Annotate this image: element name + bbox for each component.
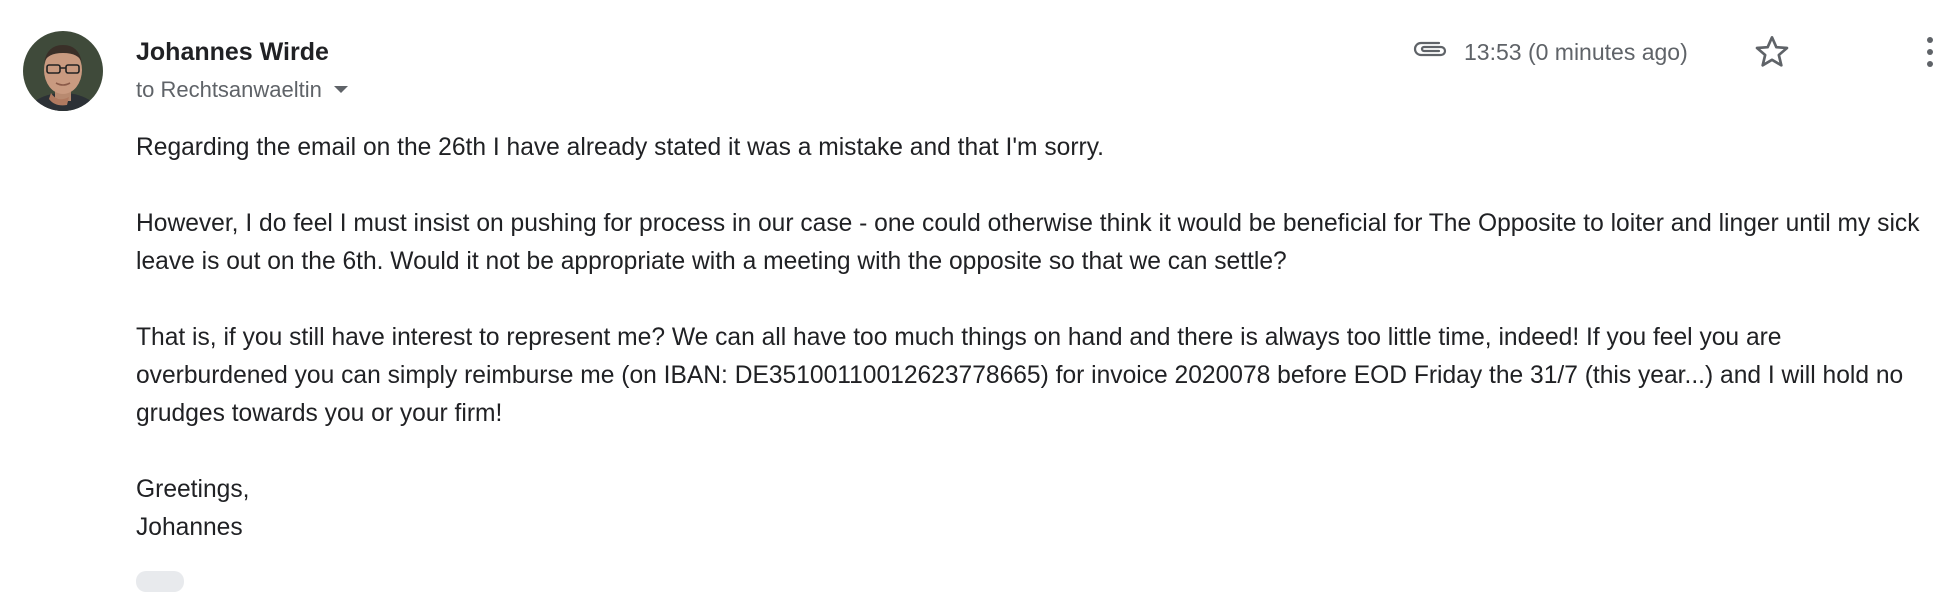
caret-down-icon[interactable]	[333, 85, 348, 93]
message-body: Regarding the email on the 26th I have a…	[136, 129, 1936, 547]
body-paragraph: That is, if you still have interest to r…	[136, 324, 1904, 427]
star-icon[interactable]	[1752, 32, 1792, 72]
sender-name[interactable]: Johannes Wirde	[136, 36, 329, 68]
body-paragraph: However, I do feel I must insist on push…	[136, 210, 1920, 275]
recipient-dropdown[interactable]: to Rechtsanwaeltin	[136, 76, 348, 104]
sender-avatar[interactable]	[23, 31, 103, 111]
signature: Johannes	[136, 514, 243, 541]
message-timestamp: 13:53 (0 minutes ago)	[1464, 39, 1688, 65]
show-trimmed-content-button[interactable]	[136, 571, 184, 592]
avatar-photo	[23, 31, 103, 111]
greeting: Greetings,	[136, 476, 250, 503]
more-vert-icon[interactable]	[1916, 32, 1944, 72]
body-paragraph: Regarding the email on the 26th I have a…	[136, 134, 1105, 161]
paperclip-icon	[1411, 36, 1451, 64]
email-message: Johannes Wirde to Rechtsanwaeltin 13:53 …	[0, 0, 1944, 602]
recipient-label: to Rechtsanwaeltin	[136, 77, 322, 102]
